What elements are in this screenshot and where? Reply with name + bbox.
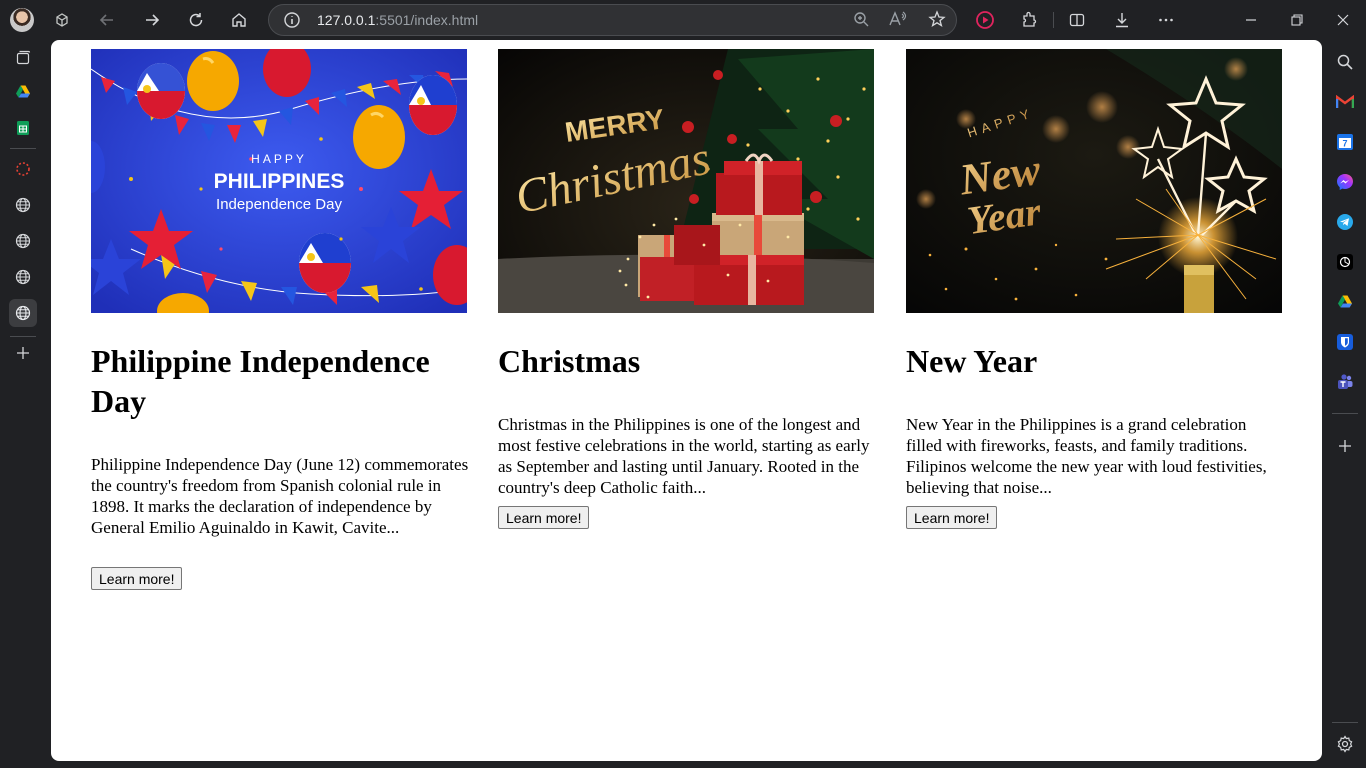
- home-icon[interactable]: [225, 6, 253, 34]
- telegram-icon[interactable]: [1333, 210, 1357, 234]
- close-icon[interactable]: [1329, 6, 1357, 34]
- new-tab-plus-icon[interactable]: [9, 339, 37, 367]
- independence-day-image: HAPPY PHILIPPINES Independence Day: [91, 49, 467, 313]
- card-description: New Year in the Philippines is a grand c…: [906, 415, 1267, 497]
- tab-globe-icon[interactable]: [9, 191, 37, 219]
- settings-gear-icon[interactable]: [1333, 732, 1357, 756]
- new-year-image: HAPPY New Year: [906, 49, 1282, 313]
- bitwarden-icon[interactable]: [1333, 330, 1357, 354]
- tab-actions-icon[interactable]: [9, 44, 37, 72]
- more-menu-icon[interactable]: [1152, 6, 1180, 34]
- card-independence-day: HAPPY PHILIPPINES Independence Day Phili…: [91, 49, 468, 590]
- card-title: New Year: [906, 343, 1038, 379]
- teams-icon[interactable]: [1333, 370, 1357, 394]
- google-drive-icon[interactable]: [1333, 290, 1357, 314]
- back-icon[interactable]: [93, 6, 121, 34]
- media-record-icon[interactable]: [971, 6, 999, 34]
- minimize-icon[interactable]: [1237, 6, 1265, 34]
- profile-avatar[interactable]: [10, 8, 34, 32]
- gmail-icon[interactable]: [1333, 90, 1357, 114]
- tab-google-drive-icon[interactable]: [9, 78, 37, 106]
- browser-toolbar: 127.0.0.1:5501/index.html: [0, 0, 1366, 40]
- refresh-icon[interactable]: [182, 6, 210, 34]
- site-info-icon[interactable]: [283, 11, 301, 34]
- address-bar[interactable]: 127.0.0.1:5501/index.html: [268, 4, 957, 36]
- image-caption-philippines: PHILIPPINES: [214, 170, 345, 193]
- workspaces-icon[interactable]: [48, 6, 76, 34]
- learn-more-button[interactable]: Learn more!: [91, 567, 183, 590]
- learn-more-button[interactable]: Learn more!: [906, 506, 998, 529]
- svg-text:7: 7: [1342, 139, 1347, 149]
- christmas-image: MERRY Christmas: [498, 49, 874, 313]
- page-viewport: HAPPY PHILIPPINES Independence Day Phili…: [51, 40, 1322, 761]
- card-description: Christmas in the Philippines is one of t…: [498, 415, 870, 497]
- zoom-icon[interactable]: [852, 10, 870, 33]
- card-title: Christmas: [498, 343, 641, 379]
- forward-icon[interactable]: [138, 6, 166, 34]
- favorite-star-icon[interactable]: [928, 10, 946, 33]
- calendar-icon[interactable]: 7: [1333, 130, 1357, 154]
- image-caption-happy: HAPPY: [251, 152, 307, 166]
- url-host: 127.0.0.1: [317, 12, 376, 28]
- tab-globe-icon[interactable]: [9, 263, 37, 291]
- read-aloud-icon[interactable]: [888, 10, 910, 33]
- tab-loading-icon[interactable]: [9, 155, 37, 183]
- downloads-icon[interactable]: [1108, 6, 1136, 34]
- card-title: Philippine Independence Day: [91, 343, 430, 419]
- url-text[interactable]: 127.0.0.1:5501/index.html: [317, 12, 478, 28]
- url-path: :5501/index.html: [375, 12, 479, 28]
- tab-google-sheets-icon[interactable]: [9, 114, 37, 142]
- add-sidebar-app-plus-icon[interactable]: [1333, 434, 1357, 458]
- image-caption-independence: Independence Day: [216, 196, 342, 213]
- card-christmas: MERRY Christmas Christmas Christmas in t…: [498, 49, 874, 529]
- card-new-year: HAPPY New Year New Year New Year in the …: [906, 49, 1282, 529]
- search-icon[interactable]: [1333, 50, 1357, 74]
- restore-icon[interactable]: [1283, 6, 1311, 34]
- sidebar-apps-rail: 7: [1324, 40, 1366, 768]
- card-description: Philippine Independence Day (June 12) co…: [91, 455, 469, 537]
- vertical-tabs-rail: [0, 40, 46, 768]
- tab-globe-icon[interactable]: [9, 227, 37, 255]
- split-screen-icon[interactable]: [1063, 6, 1091, 34]
- tab-globe-active-icon[interactable]: [9, 299, 37, 327]
- learn-more-button[interactable]: Learn more!: [498, 506, 590, 529]
- extensions-icon[interactable]: [1015, 6, 1043, 34]
- chatgpt-icon[interactable]: [1333, 250, 1357, 274]
- messenger-icon[interactable]: [1333, 170, 1357, 194]
